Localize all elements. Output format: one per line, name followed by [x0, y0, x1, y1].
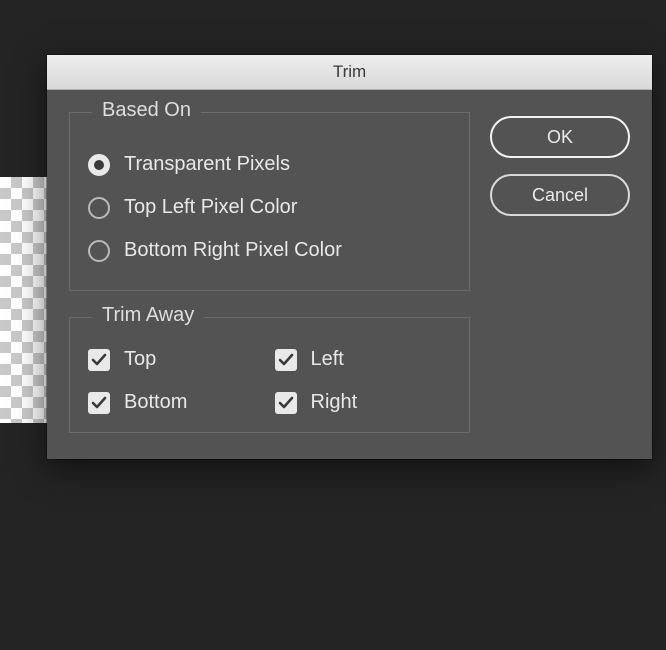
checkbox-left[interactable]: Left — [275, 348, 452, 371]
checkmark-icon — [275, 392, 297, 414]
based-on-legend: Based On — [92, 99, 201, 122]
dialog-options: Based On Transparent Pixels Top Left Pix… — [69, 112, 470, 433]
trim-away-group: Trim Away Top Left — [69, 317, 470, 433]
checkbox-top[interactable]: Top — [88, 348, 265, 371]
trim-away-grid: Top Left Bottom — [88, 348, 451, 414]
radio-transparent-pixels[interactable]: Transparent Pixels — [88, 143, 451, 186]
trim-away-legend: Trim Away — [92, 304, 204, 327]
cancel-button[interactable]: Cancel — [490, 174, 630, 216]
radio-top-left-pixel-color[interactable]: Top Left Pixel Color — [88, 186, 451, 229]
radio-icon — [88, 240, 110, 262]
based-on-group: Based On Transparent Pixels Top Left Pix… — [69, 112, 470, 291]
checkmark-icon — [275, 349, 297, 371]
checkbox-label: Bottom — [124, 391, 187, 414]
checkmark-icon — [88, 349, 110, 371]
checkbox-label: Left — [311, 348, 344, 371]
radio-icon — [88, 197, 110, 219]
checkbox-label: Top — [124, 348, 156, 371]
radio-label: Top Left Pixel Color — [124, 196, 297, 219]
checkbox-bottom[interactable]: Bottom — [88, 391, 265, 414]
checkbox-right[interactable]: Right — [275, 391, 452, 414]
radio-icon — [88, 154, 110, 176]
dialog-buttons: OK Cancel — [490, 112, 630, 433]
trim-dialog: Trim Based On Transparent Pixels Top Lef… — [47, 55, 652, 459]
checkbox-label: Right — [311, 391, 358, 414]
ok-button[interactable]: OK — [490, 116, 630, 158]
radio-label: Bottom Right Pixel Color — [124, 239, 342, 262]
dialog-title: Trim — [333, 62, 366, 82]
radio-bottom-right-pixel-color[interactable]: Bottom Right Pixel Color — [88, 229, 451, 272]
radio-label: Transparent Pixels — [124, 153, 290, 176]
dialog-titlebar[interactable]: Trim — [47, 55, 652, 90]
checkmark-icon — [88, 392, 110, 414]
canvas-transparency-strip — [0, 177, 48, 423]
dialog-body: Based On Transparent Pixels Top Left Pix… — [47, 90, 652, 459]
